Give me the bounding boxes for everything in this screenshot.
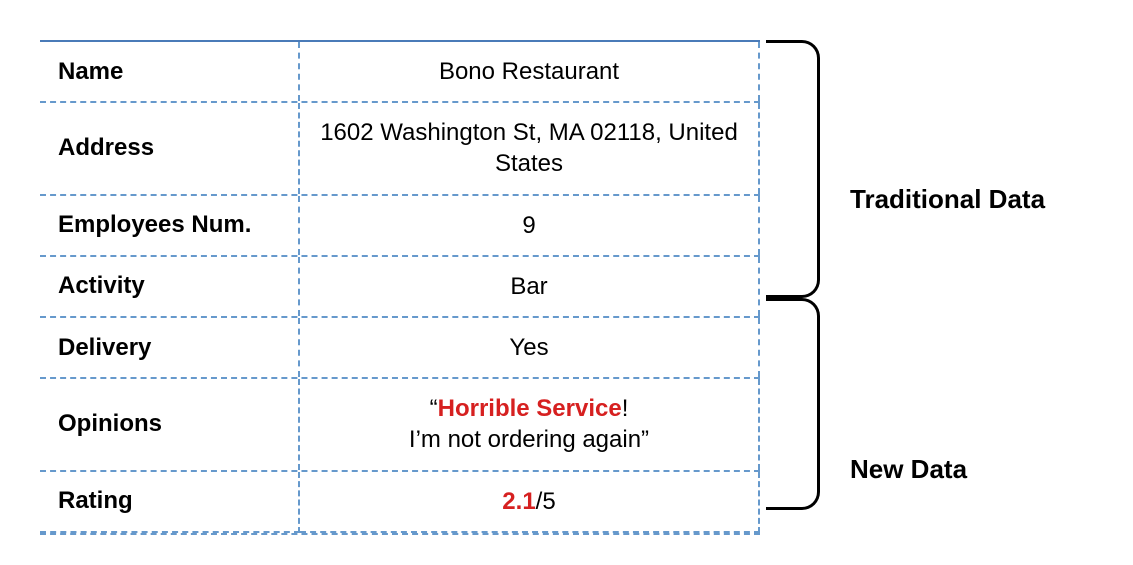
label-name: Name — [40, 42, 300, 101]
label-traditional-data: Traditional Data — [850, 184, 1045, 215]
row-opinions: Opinions “Horrible Service! I’m not orde… — [40, 379, 760, 471]
value-name: Bono Restaurant — [300, 42, 760, 101]
value-activity: Bar — [300, 257, 760, 316]
rating-score: 2.1 — [502, 488, 535, 515]
label-delivery: Delivery — [40, 318, 300, 377]
label-opinions: Opinions — [40, 379, 300, 469]
opinion-after-highlight: ! — [622, 395, 629, 422]
label-new-data: New Data — [850, 454, 1045, 485]
value-employees: 9 — [300, 196, 760, 255]
value-rating: 2.1/5 — [300, 472, 760, 533]
data-table: Name Bono Restaurant Address 1602 Washin… — [40, 40, 760, 535]
diagram-container: Name Bono Restaurant Address 1602 Washin… — [40, 40, 1093, 535]
row-employees: Employees Num. 9 — [40, 196, 760, 257]
rating-wrapper: 2.1/5 — [502, 486, 555, 517]
row-rating: Rating 2.1/5 — [40, 472, 760, 535]
label-rating: Rating — [40, 472, 300, 533]
row-name: Name Bono Restaurant — [40, 42, 760, 103]
group-labels: Traditional Data New Data — [820, 40, 1045, 535]
opinion-highlight: Horrible Service — [438, 395, 622, 422]
row-delivery: Delivery Yes — [40, 318, 760, 379]
rating-suffix: /5 — [536, 488, 556, 515]
value-delivery: Yes — [300, 318, 760, 377]
bracket-newdata — [766, 298, 820, 510]
opinion-line1: “Horrible Service! — [430, 393, 629, 424]
value-opinions: “Horrible Service! I’m not ordering agai… — [300, 379, 760, 469]
bracket-traditional — [766, 40, 820, 298]
value-address: 1602 Washington St, MA 02118, United Sta… — [300, 103, 760, 193]
row-address: Address 1602 Washington St, MA 02118, Un… — [40, 103, 760, 195]
label-address: Address — [40, 103, 300, 193]
label-employees: Employees Num. — [40, 196, 300, 255]
opinion-line2: I’m not ordering again” — [409, 424, 649, 455]
row-activity: Activity Bar — [40, 257, 760, 318]
label-activity: Activity — [40, 257, 300, 316]
quote-open: “ — [430, 395, 438, 422]
bracket-column — [760, 40, 820, 535]
